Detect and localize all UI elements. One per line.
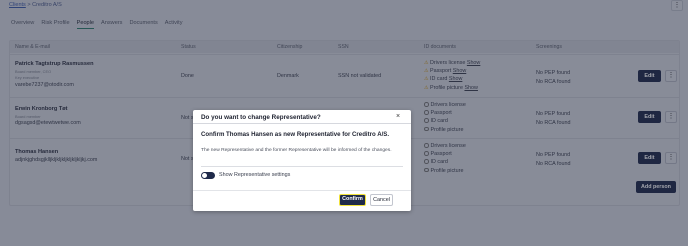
dialog-question: Confirm Thomas Hansen as new Representat… — [201, 131, 390, 138]
divider — [193, 190, 411, 191]
dialog-title: Do you want to change Representative? — [201, 114, 321, 121]
close-icon[interactable]: × — [396, 113, 400, 120]
change-representative-dialog: Do you want to change Representative? × … — [193, 110, 411, 211]
confirm-button[interactable]: Confirm — [339, 194, 366, 206]
dialog-note: The new Representative and the former Re… — [201, 148, 392, 153]
cancel-button[interactable]: Cancel — [370, 194, 393, 206]
divider — [201, 166, 403, 167]
toggle-label: Show Representative settings — [219, 172, 291, 178]
dialog-header: Do you want to change Representative? × — [193, 110, 411, 124]
representative-settings-toggle[interactable] — [201, 172, 215, 179]
